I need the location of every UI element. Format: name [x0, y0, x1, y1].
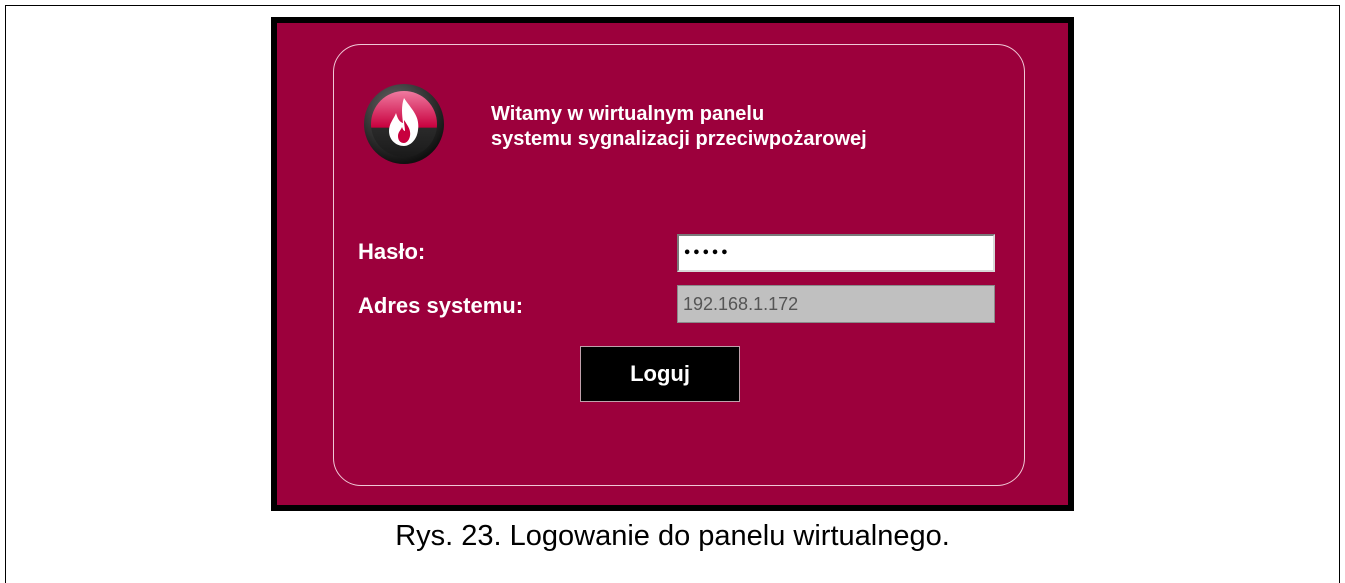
- flame-logo-icon: [364, 84, 444, 164]
- welcome-text: Witamy w wirtualnym panelu systemu sygna…: [491, 102, 867, 152]
- password-value: •••••: [683, 245, 730, 261]
- password-input[interactable]: •••••: [677, 234, 995, 272]
- welcome-line-2: systemu sygnalizacji przeciwpożarowej: [491, 128, 867, 150]
- login-panel: Witamy w wirtualnym panelu systemu sygna…: [271, 17, 1074, 511]
- address-field: 192.168.1.172: [677, 285, 995, 323]
- address-label: Adres systemu:: [358, 293, 524, 318]
- welcome-line-1: Witamy w wirtualnym panelu: [491, 103, 765, 125]
- figure-caption: Rys. 23. Logowanie do panelu wirtualnego…: [395, 520, 950, 552]
- login-button[interactable]: Loguj: [580, 346, 740, 402]
- login-card: Witamy w wirtualnym panelu systemu sygna…: [333, 44, 1025, 486]
- password-label: Hasło:: [358, 239, 426, 264]
